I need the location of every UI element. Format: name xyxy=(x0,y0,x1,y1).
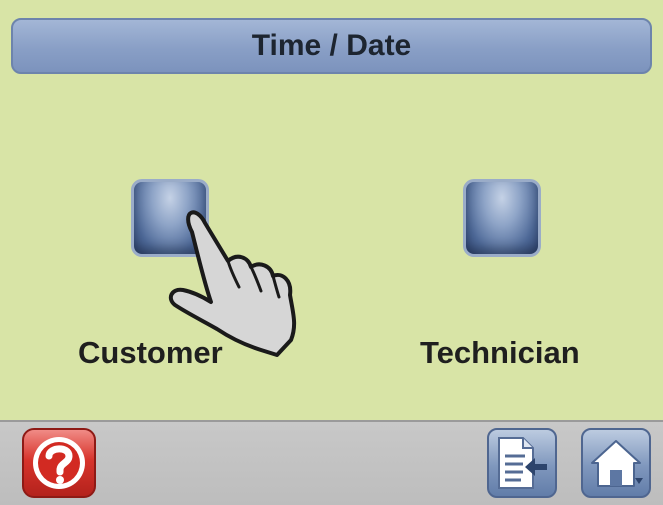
title-bar: Time / Date xyxy=(11,18,652,74)
page-title: Time / Date xyxy=(251,29,412,62)
back-button[interactable] xyxy=(487,428,557,498)
help-button[interactable] xyxy=(22,428,96,498)
screen: Time / Date Customer Technician xyxy=(0,0,663,505)
technician-label: Technician xyxy=(420,335,580,370)
bottom-toolbar xyxy=(0,420,663,505)
home-icon xyxy=(591,440,643,487)
question-mark-icon xyxy=(33,437,85,489)
document-back-icon xyxy=(498,437,547,489)
hand-pointer-icon xyxy=(168,210,297,357)
technician-button[interactable] xyxy=(463,179,541,257)
home-button[interactable] xyxy=(581,428,651,498)
